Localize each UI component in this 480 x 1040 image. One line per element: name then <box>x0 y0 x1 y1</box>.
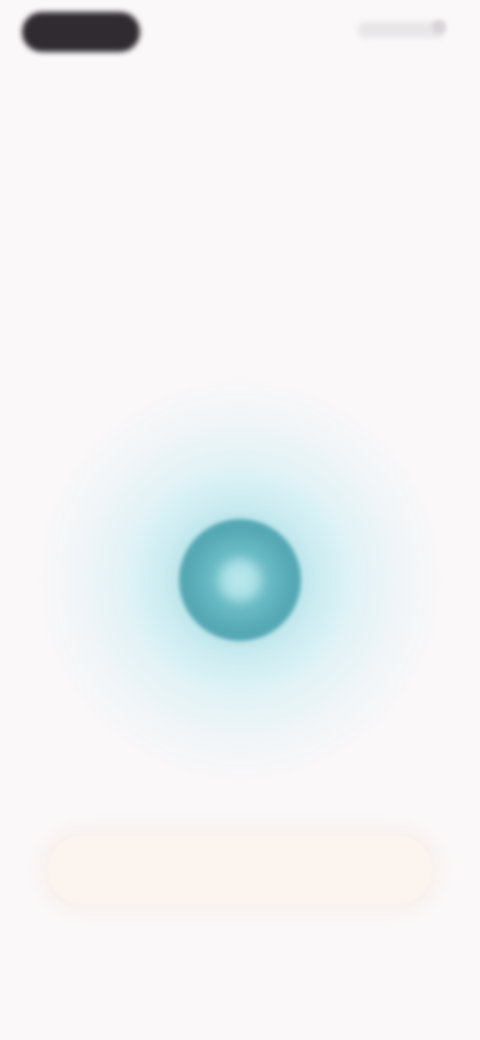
screen <box>0 0 480 1040</box>
status-pill-icon <box>22 12 140 52</box>
pulse-highlight <box>220 560 260 600</box>
status-bar <box>0 0 480 70</box>
primary-action-button[interactable] <box>48 836 432 904</box>
title-block <box>50 118 430 136</box>
pulse-visual[interactable] <box>40 380 440 780</box>
battery-icon <box>432 20 446 34</box>
status-indicators-icon <box>358 22 444 38</box>
